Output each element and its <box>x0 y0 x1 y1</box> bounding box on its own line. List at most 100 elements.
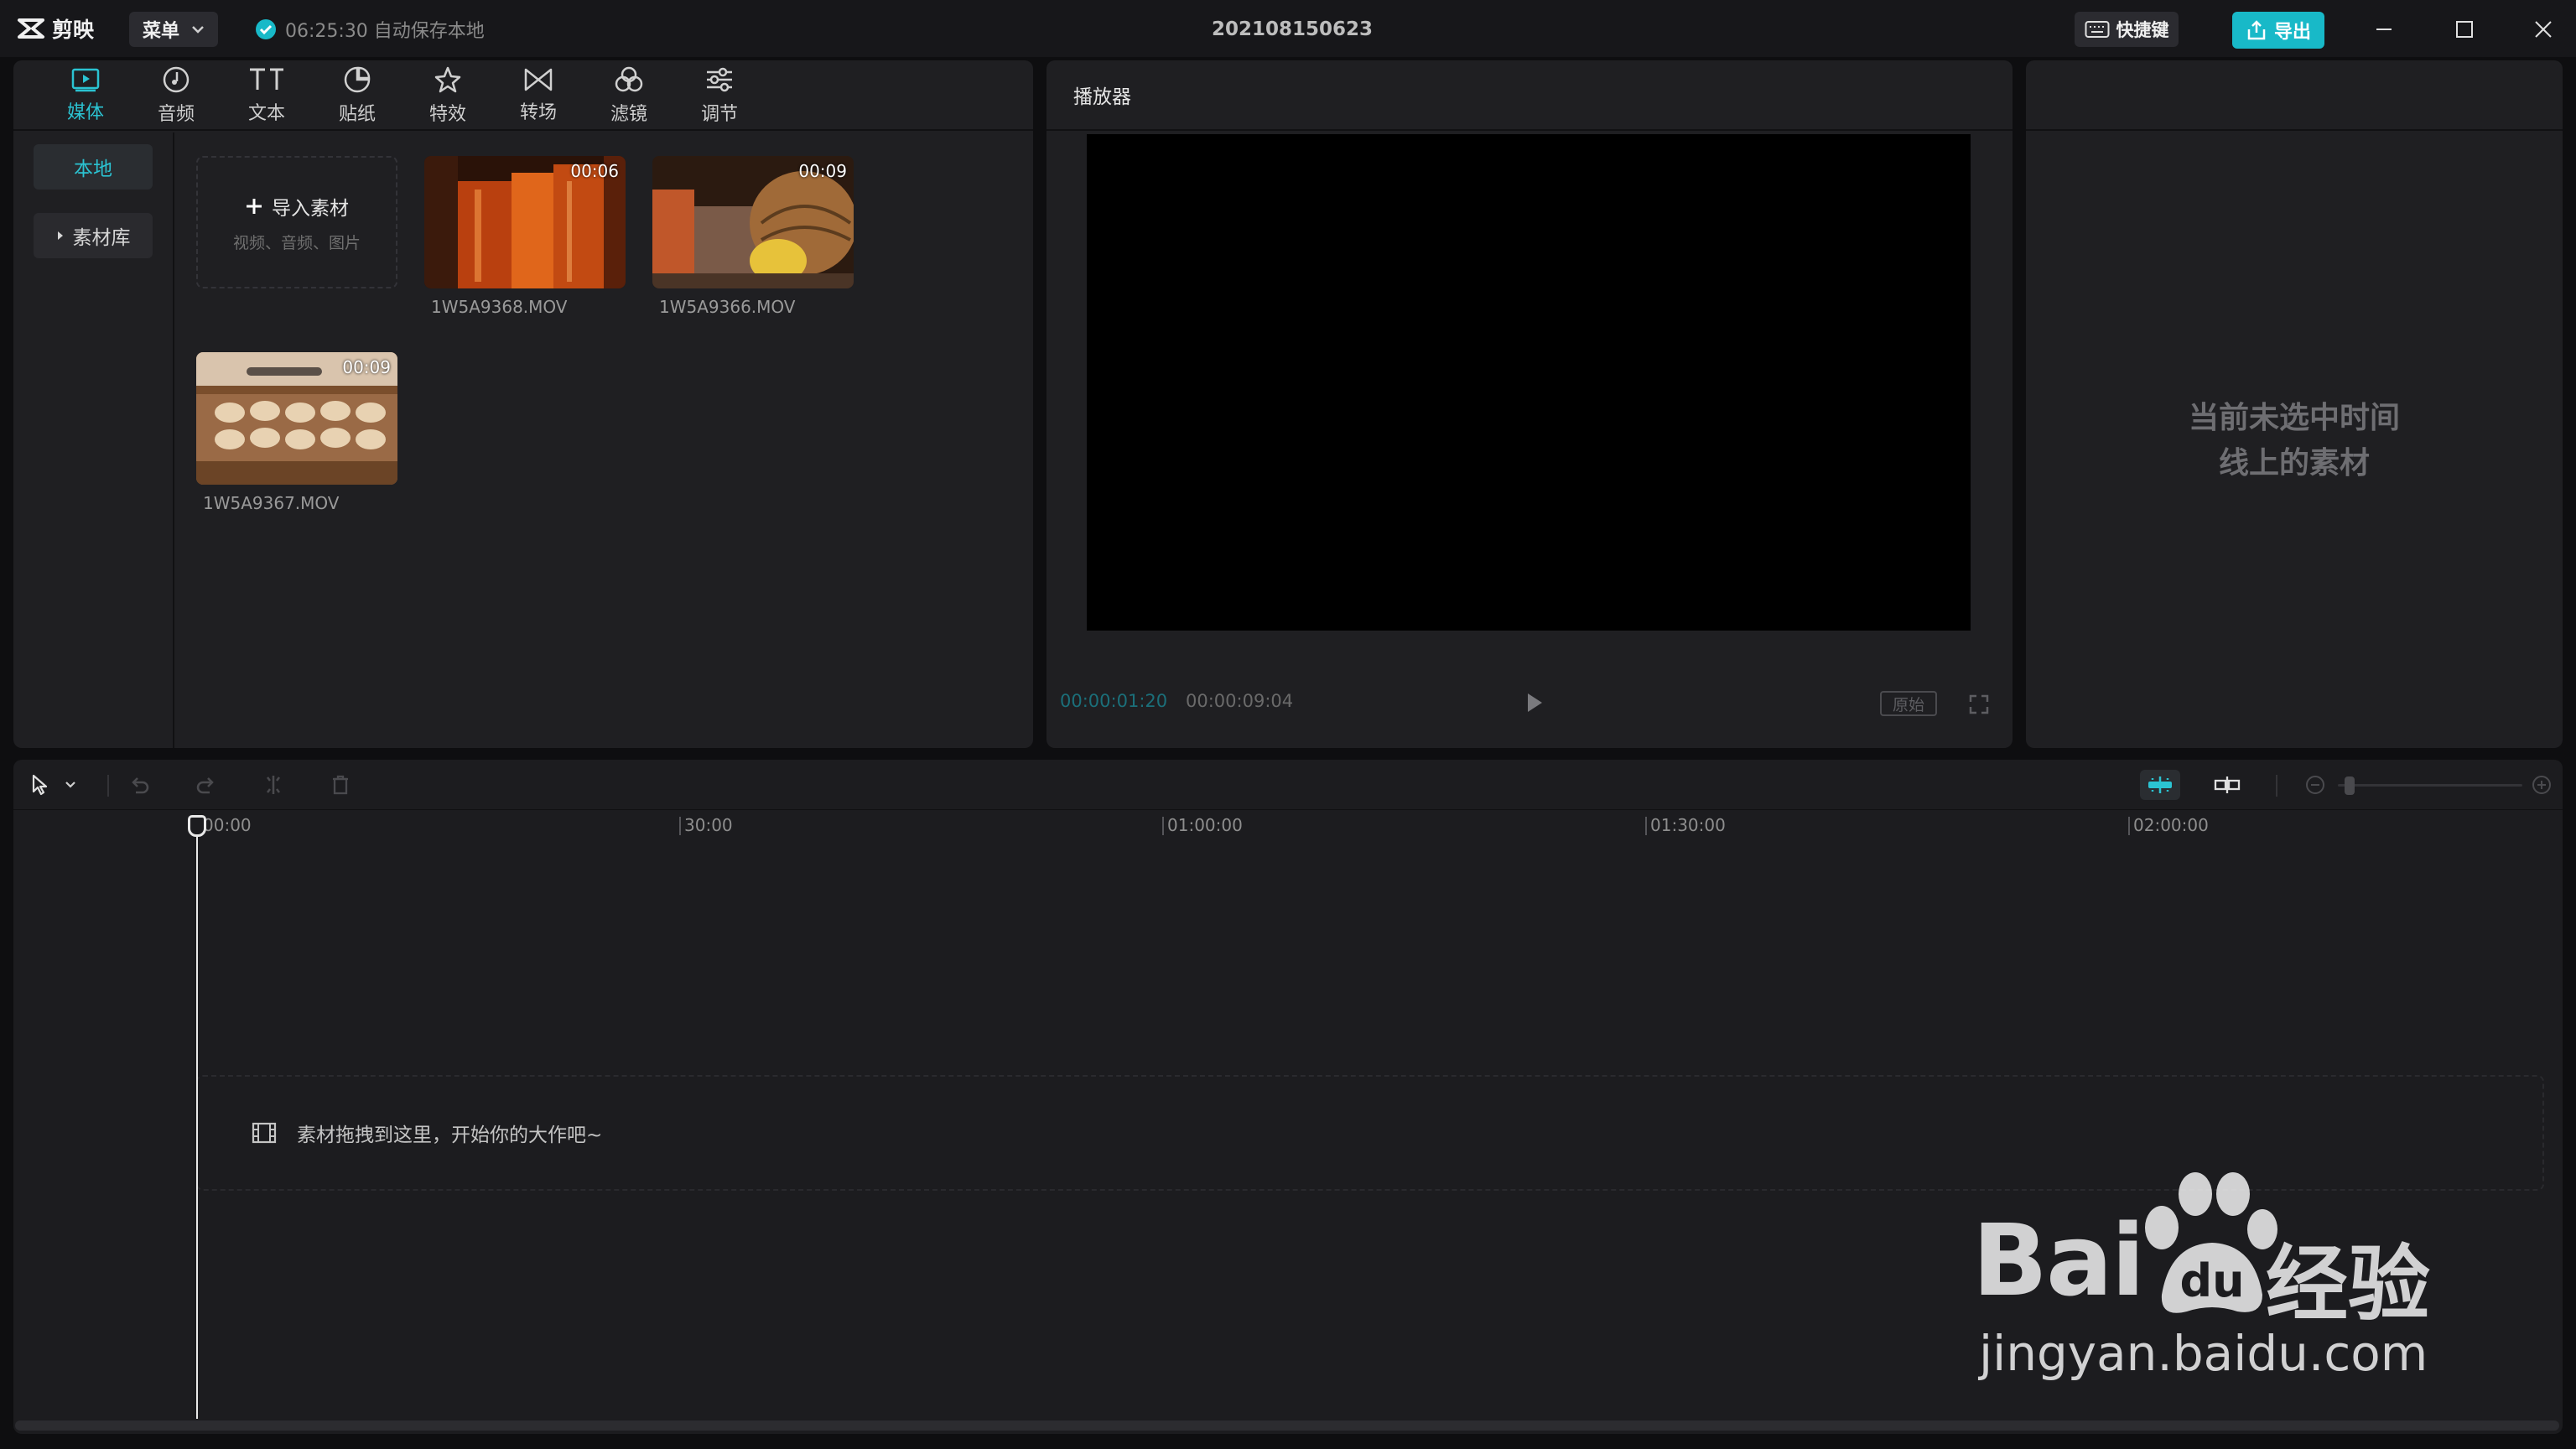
ruler-tick <box>1162 817 1164 835</box>
ruler-tick <box>2128 817 2130 835</box>
tab-label: 音频 <box>157 104 195 125</box>
media-clip-thumbnail[interactable]: 00:09 <box>652 156 854 288</box>
minimize-button[interactable] <box>2355 8 2413 50</box>
split-button[interactable] <box>257 770 290 800</box>
sidebar-item-local[interactable]: 本地 <box>34 144 153 190</box>
audio-icon <box>163 66 190 93</box>
redo-icon <box>196 777 214 794</box>
clip-name: 1W5A9368.MOV <box>431 297 568 317</box>
sidebar-item-library[interactable]: 素材库 <box>34 213 153 258</box>
tab-label: 贴纸 <box>338 104 376 125</box>
tab-filter[interactable]: 滤镜 <box>584 60 674 131</box>
clip-duration: 00:09 <box>798 161 847 181</box>
media-panel: 媒体 音频 文本 贴纸 特效 转场 滤镜 调节 本地 素材库 导入素材 视频、音… <box>13 60 1033 748</box>
app-name: 剪映 <box>52 18 95 42</box>
tab-label: 媒体 <box>66 102 104 123</box>
caret-right-icon <box>57 231 63 240</box>
cursor-icon <box>32 774 48 796</box>
close-icon <box>2535 21 2552 38</box>
tab-audio[interactable]: 音频 <box>131 60 221 131</box>
paw-logo-icon: du <box>2145 1172 2277 1313</box>
chevron-down-icon <box>192 26 204 34</box>
menu-button[interactable]: 菜单 <box>129 12 218 47</box>
zoom-in-icon <box>2532 776 2551 794</box>
zoom-out-button[interactable] <box>2303 770 2328 800</box>
ruler-tick <box>1645 817 1647 835</box>
import-hint: 视频、音频、图片 <box>232 233 361 252</box>
drop-hint: 素材拖拽到这里，开始你的大作吧~ <box>297 1124 603 1146</box>
filter-icon <box>615 66 643 92</box>
export-icon <box>2247 20 2266 40</box>
svg-text:du: du <box>2179 1254 2244 1307</box>
tab-adjust[interactable]: 调节 <box>674 60 765 131</box>
timeline-ruler[interactable]: 00:00 30:00 01:00:00 01:30:00 02:00:00 <box>13 812 2563 842</box>
current-time: 00:00:01:20 <box>1060 691 1168 711</box>
close-button[interactable] <box>2514 8 2573 50</box>
properties-header <box>2026 60 2563 131</box>
zoom-slider-track[interactable] <box>2338 784 2522 787</box>
trash-icon <box>333 775 348 795</box>
aspect-ratio-button[interactable]: 原始 <box>1880 691 1937 716</box>
maximize-icon <box>2456 21 2473 38</box>
clip-duration: 00:09 <box>342 357 391 377</box>
link-toggle[interactable] <box>2207 770 2247 800</box>
toolbar-divider <box>107 775 109 797</box>
menu-label: 菜单 <box>142 21 179 42</box>
export-button[interactable]: 导出 <box>2232 12 2324 49</box>
redo-button[interactable] <box>190 770 223 800</box>
media-clip-thumbnail[interactable]: 00:09 <box>196 352 397 485</box>
total-time: 00:00:09:04 <box>1186 691 1294 711</box>
zoom-slider-handle[interactable] <box>2345 776 2355 795</box>
import-media-button[interactable]: 导入素材 视频、音频、图片 <box>196 156 397 288</box>
snap-toggle[interactable] <box>2140 770 2180 800</box>
tab-transition[interactable]: 转场 <box>493 60 584 131</box>
playhead-handle[interactable] <box>188 815 206 837</box>
link-clips-icon <box>2214 776 2241 793</box>
film-strip-icon <box>252 1122 277 1144</box>
tab-media[interactable]: 媒体 <box>40 60 131 131</box>
zoom-in-button[interactable] <box>2529 770 2554 800</box>
video-preview[interactable] <box>1087 134 1971 631</box>
sidebar-item-label: 素材库 <box>72 227 131 249</box>
tab-text[interactable]: 文本 <box>221 60 312 131</box>
properties-panel: 当前未选中时间 线上的素材 <box>2026 60 2563 748</box>
effects-icon <box>434 66 461 93</box>
undo-button[interactable] <box>122 770 156 800</box>
toolbar-divider <box>2276 775 2277 797</box>
play-button[interactable] <box>1516 688 1553 718</box>
tab-sticker[interactable]: 贴纸 <box>312 60 402 131</box>
undo-icon <box>132 777 149 794</box>
media-clip-thumbnail[interactable]: 00:06 <box>424 156 626 288</box>
text-icon <box>250 68 283 90</box>
player-panel: 播放器 00:00:01:20 00:00:09:04 原始 <box>1046 60 2012 748</box>
sticker-icon <box>344 66 371 93</box>
player-title: 播放器 <box>1073 86 1131 108</box>
ruler-label: 02:00:00 <box>2133 815 2209 835</box>
ruler-label: 00:00 <box>203 815 252 835</box>
playhead[interactable] <box>196 823 198 1419</box>
ruler-label: 01:30:00 <box>1650 815 1726 835</box>
tab-effects[interactable]: 特效 <box>402 60 493 131</box>
clip-duration: 00:06 <box>570 161 619 181</box>
tab-label: 转场 <box>519 102 557 123</box>
clip-name: 1W5A9366.MOV <box>659 297 796 317</box>
select-tool-dropdown[interactable] <box>60 770 80 800</box>
keyboard-icon <box>2085 21 2109 38</box>
zoom-out-icon <box>2306 776 2324 794</box>
clip-name: 1W5A9367.MOV <box>203 493 340 513</box>
select-tool-button[interactable] <box>23 770 57 800</box>
shortcut-button[interactable]: 快捷键 <box>2075 12 2179 47</box>
timeline-scrollbar[interactable] <box>15 1420 2559 1431</box>
chevron-down-icon <box>65 782 75 788</box>
watermark-brand: Bai <box>1972 1202 2145 1318</box>
fullscreen-button[interactable] <box>1964 689 1994 719</box>
check-circle-icon <box>256 19 276 39</box>
empty-message-line: 当前未选中时间 <box>2188 401 2400 435</box>
maximize-button[interactable] <box>2435 8 2494 50</box>
properties-empty-message: 当前未选中时间 线上的素材 <box>2026 396 2563 486</box>
ruler-tick <box>679 817 681 835</box>
timeline-toolbar <box>13 760 2563 810</box>
tab-label: 滤镜 <box>610 104 647 125</box>
delete-button[interactable] <box>324 770 357 800</box>
split-icon <box>267 776 280 794</box>
